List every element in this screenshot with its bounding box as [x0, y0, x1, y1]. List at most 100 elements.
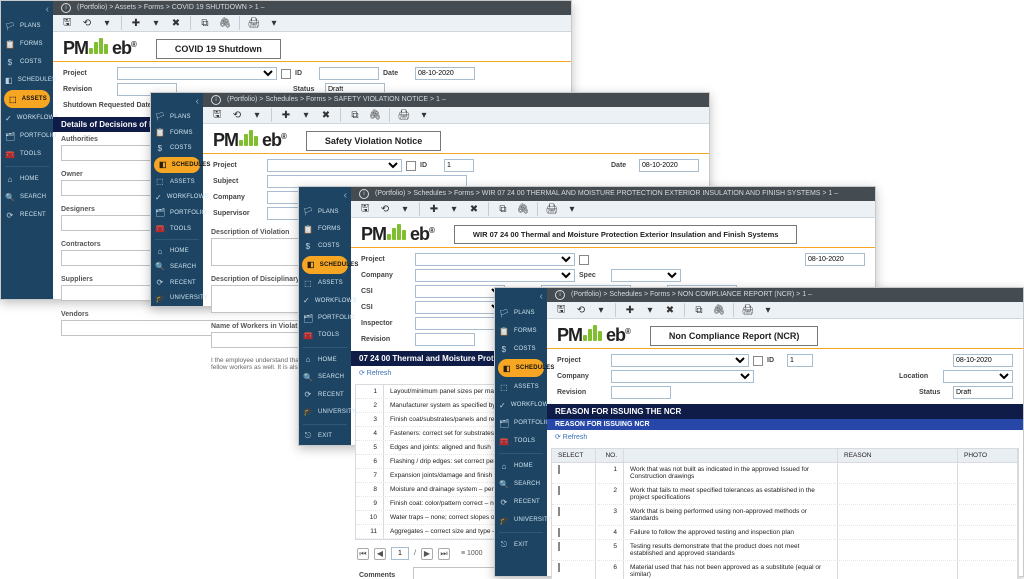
sidebar-item-assets[interactable]: ⬚ASSETS — [4, 90, 50, 108]
company-select[interactable] — [415, 269, 575, 282]
sidebar-item-search[interactable]: 🔍SEARCH — [299, 369, 351, 386]
col-no[interactable]: NO. — [596, 449, 624, 462]
date-input[interactable] — [953, 354, 1013, 367]
col-reason[interactable]: REASON — [838, 449, 958, 462]
info-icon[interactable]: i — [211, 95, 221, 105]
print-button[interactable]: 🖨 — [740, 302, 756, 318]
info-icon[interactable]: i — [359, 189, 369, 199]
pager-last-button[interactable]: ⏭ — [438, 548, 450, 560]
sidebar-item-costs[interactable]: $COSTS — [1, 53, 53, 71]
new-menu-icon[interactable]: ▾ — [298, 107, 314, 123]
sidebar-item-schedules[interactable]: ◧SCHEDULES — [302, 256, 348, 273]
cell-reason[interactable] — [838, 484, 958, 504]
print-button[interactable]: 🖨 — [544, 201, 560, 217]
pager-first-button[interactable]: ⏮ — [357, 548, 369, 560]
sidebar-item-search[interactable]: 🔍SEARCH — [495, 475, 547, 493]
project-lock-checkbox[interactable] — [406, 161, 416, 171]
sidebar-item-home[interactable]: ⌂HOME — [151, 243, 203, 259]
row-checkbox-icon[interactable] — [558, 465, 560, 474]
copy-button[interactable]: ⧉ — [197, 15, 213, 31]
copy-button[interactable]: ⧉ — [691, 302, 707, 318]
sidebar-item-recent[interactable]: ⟳RECENT — [151, 275, 203, 291]
sidebar-item-recent[interactable]: ⟳RECENT — [495, 493, 547, 511]
id-input[interactable] — [787, 354, 813, 367]
cell-reason[interactable] — [838, 561, 958, 579]
print-menu-icon[interactable]: ▾ — [564, 201, 580, 217]
revision-input[interactable] — [611, 386, 671, 399]
sidebar-item-workflows[interactable]: ✓WORKFLOWS — [1, 109, 53, 127]
sidebar-item-recent[interactable]: ⟳RECENT — [1, 206, 53, 224]
pager-prev-button[interactable]: ◀ — [374, 548, 386, 560]
sidebar-item-portfolio[interactable]: 🗂PORTFOLIO — [299, 309, 351, 326]
undo-menu-icon[interactable]: ▾ — [593, 302, 609, 318]
project-select[interactable] — [415, 253, 575, 266]
sidebar-item-university[interactable]: 🎓UNIVERSITY — [495, 511, 547, 529]
date-input[interactable] — [805, 253, 865, 266]
cell-select[interactable] — [552, 463, 596, 483]
project-lock-checkbox[interactable] — [281, 69, 291, 79]
sidebar-item-schedules[interactable]: ◧SCHEDULES — [154, 157, 200, 173]
sidebar-item-exit[interactable]: ⎋EXIT — [299, 428, 351, 445]
cell-select[interactable] — [552, 540, 596, 560]
sidebar-item-search[interactable]: 🔍SEARCH — [1, 188, 53, 206]
sidebar-item-plans[interactable]: 🏳PLANS — [495, 304, 547, 322]
csi-select[interactable] — [415, 285, 505, 298]
sidebar-item-home[interactable]: ⌂HOME — [495, 457, 547, 475]
sidebar-collapse-icon[interactable]: ‹ — [1, 3, 53, 17]
project-select[interactable] — [611, 354, 749, 367]
sidebar-item-schedules[interactable]: ◧SCHEDULES — [498, 359, 544, 377]
sidebar-item-forms[interactable]: 📋FORMS — [299, 220, 351, 237]
sidebar-item-portfolio[interactable]: 🗂PORTFOLIO — [495, 414, 547, 432]
cell-select[interactable] — [552, 505, 596, 525]
new-button[interactable]: ✚ — [622, 302, 638, 318]
row-checkbox-icon[interactable] — [558, 528, 560, 537]
sidebar-item-university[interactable]: 🎓UNIVERSITY — [151, 290, 203, 306]
row-checkbox-icon[interactable] — [558, 563, 560, 572]
grid-refresh-button[interactable]: ⟳ Refresh — [547, 430, 1023, 444]
sidebar-collapse-icon[interactable]: ‹ — [151, 95, 203, 109]
project-select[interactable] — [267, 159, 402, 172]
info-icon[interactable]: i — [61, 3, 71, 13]
sidebar-item-portfolio[interactable]: 🗂PORTFOLIO — [151, 205, 203, 221]
revision-input[interactable] — [415, 333, 475, 346]
sidebar-item-costs[interactable]: $COSTS — [495, 340, 547, 358]
new-menu-icon[interactable]: ▾ — [446, 201, 462, 217]
date-input[interactable] — [639, 159, 699, 172]
save-button[interactable]: 🖫 — [59, 15, 75, 31]
new-button[interactable]: ✚ — [128, 15, 144, 31]
row-checkbox-icon[interactable] — [558, 507, 560, 516]
sidebar-item-tools[interactable]: 🧰TOOLS — [151, 221, 203, 237]
sidebar-item-assets[interactable]: ⬚ASSETS — [495, 378, 547, 396]
cell-select[interactable] — [552, 484, 596, 504]
sidebar-item-costs[interactable]: $COSTS — [299, 238, 351, 255]
cell-photo[interactable] — [958, 526, 1018, 539]
sidebar-item-tools[interactable]: 🧰TOOLS — [495, 432, 547, 450]
sidebar-item-tools[interactable]: 🧰TOOLS — [299, 327, 351, 344]
sidebar-item-exit[interactable]: ⎋EXIT — [495, 536, 547, 554]
print-menu-icon[interactable]: ▾ — [266, 15, 282, 31]
undo-button[interactable]: ⟲ — [229, 107, 245, 123]
attach-button[interactable]: 🖇 — [217, 15, 233, 31]
row-checkbox-icon[interactable] — [558, 542, 560, 551]
print-button[interactable]: 🖨 — [246, 15, 262, 31]
attach-button[interactable]: 🖇 — [711, 302, 727, 318]
sidebar-item-home[interactable]: ⌂HOME — [299, 351, 351, 368]
print-menu-icon[interactable]: ▾ — [416, 107, 432, 123]
undo-menu-icon[interactable]: ▾ — [397, 201, 413, 217]
save-button[interactable]: 🖫 — [209, 107, 225, 123]
print-menu-icon[interactable]: ▾ — [760, 302, 776, 318]
sidebar-item-forms[interactable]: 📋FORMS — [151, 125, 203, 141]
delete-button[interactable]: ✖ — [318, 107, 334, 123]
delete-button[interactable]: ✖ — [662, 302, 678, 318]
print-button[interactable]: 🖨 — [396, 107, 412, 123]
sidebar-item-schedules[interactable]: ◧SCHEDULES — [1, 71, 53, 89]
table-row[interactable]: 1Work that was not built as indicated in… — [552, 463, 1018, 484]
sidebar-item-tools[interactable]: 🧰TOOLS — [1, 145, 53, 163]
sidebar-item-plans[interactable]: 🏳PLANS — [1, 17, 53, 35]
delete-button[interactable]: ✖ — [466, 201, 482, 217]
undo-button[interactable]: ⟲ — [573, 302, 589, 318]
cell-photo[interactable] — [958, 484, 1018, 504]
cell-reason[interactable] — [838, 463, 958, 483]
cell-photo[interactable] — [958, 540, 1018, 560]
cell-reason[interactable] — [838, 505, 958, 525]
